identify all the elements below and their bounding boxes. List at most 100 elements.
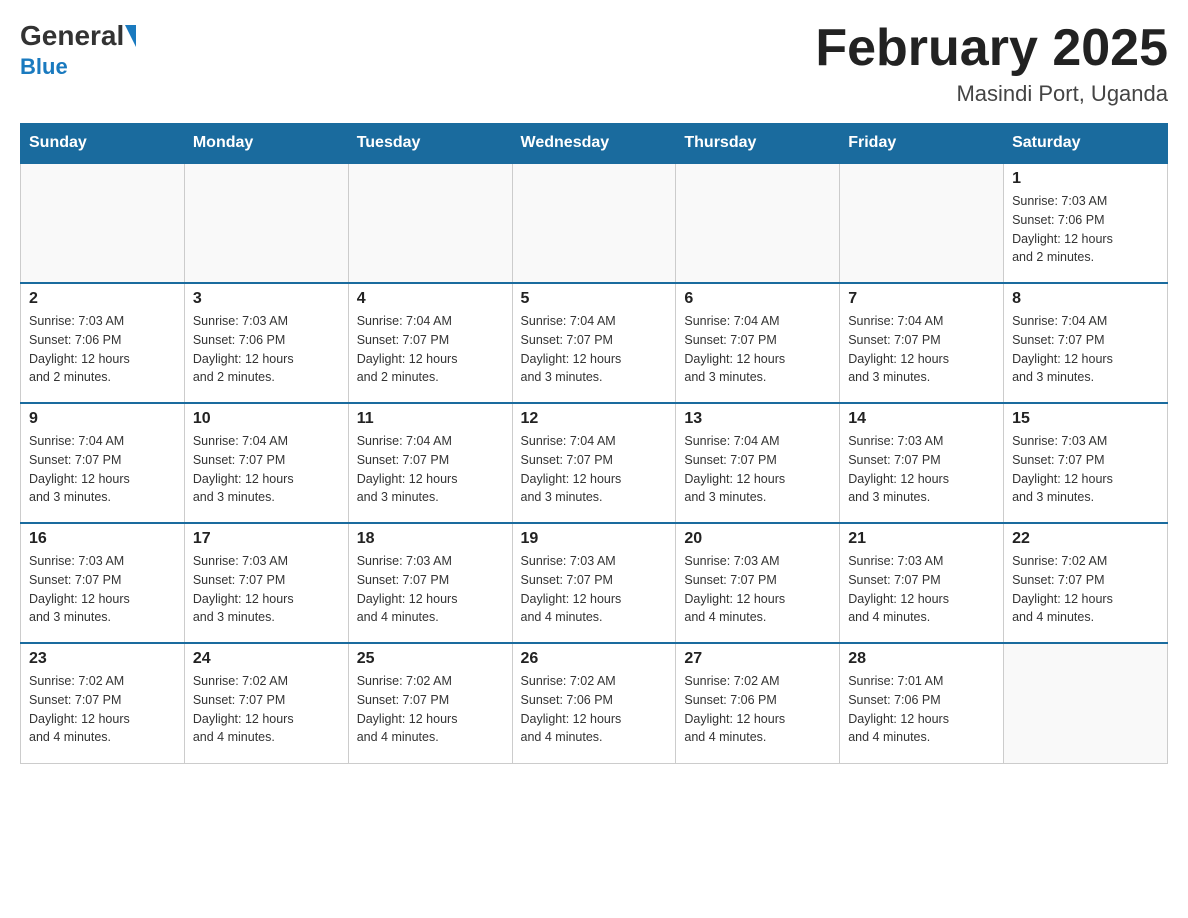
day-info: Sunrise: 7:03 AM Sunset: 7:07 PM Dayligh… [848,552,995,627]
calendar-cell: 26 Sunrise: 7:02 AM Sunset: 7:06 PM Dayli… [512,643,676,763]
day-number: 4 [357,290,504,308]
calendar-cell: 28Sunrise: 7:01 AM Sunset: 7:06 PM Dayli… [840,643,1004,763]
page-header: General Blue February 2025 Masindi Port,… [20,20,1168,107]
day-info: Sunrise: 7:03 AM Sunset: 7:07 PM Dayligh… [684,552,831,627]
calendar-cell: 6 Sunrise: 7:04 AM Sunset: 7:07 PM Daylig… [676,283,840,403]
day-info: Sunrise: 7:04 AM Sunset: 7:07 PM Dayligh… [29,432,176,507]
calendar-cell: 14 Sunrise: 7:03 AM Sunset: 7:07 PM Dayli… [840,403,1004,523]
day-info: Sunrise: 7:02 AM Sunset: 7:07 PM Dayligh… [29,672,176,747]
logo-general: General [20,20,124,52]
day-info: Sunrise: 7:04 AM Sunset: 7:07 PM Dayligh… [357,312,504,387]
calendar-table: SundayMondayTuesdayWednesdayThursdayFrid… [20,123,1168,764]
day-number: 8 [1012,290,1159,308]
day-info: Sunrise: 7:03 AM Sunset: 7:07 PM Dayligh… [29,552,176,627]
month-title: February 2025 [815,20,1168,77]
calendar-cell: 9Sunrise: 7:04 AM Sunset: 7:07 PM Daylig… [21,403,185,523]
day-info: Sunrise: 7:04 AM Sunset: 7:07 PM Dayligh… [684,432,831,507]
day-number: 25 [357,650,504,668]
calendar-cell [840,163,1004,283]
calendar-cell: 25 Sunrise: 7:02 AM Sunset: 7:07 PM Dayli… [348,643,512,763]
day-number: 19 [521,530,668,548]
day-number: 24 [193,650,340,668]
week-row-3: 9Sunrise: 7:04 AM Sunset: 7:07 PM Daylig… [21,403,1168,523]
day-info: Sunrise: 7:04 AM Sunset: 7:07 PM Dayligh… [521,432,668,507]
day-number: 20 [684,530,831,548]
calendar-cell [348,163,512,283]
day-number: 14 [848,410,995,428]
day-info: Sunrise: 7:02 AM Sunset: 7:06 PM Dayligh… [684,672,831,747]
calendar-cell: 17 Sunrise: 7:03 AM Sunset: 7:07 PM Dayli… [184,523,348,643]
calendar-cell: 2 Sunrise: 7:03 AM Sunset: 7:06 PM Daylig… [21,283,185,403]
calendar-cell: 22 Sunrise: 7:02 AM Sunset: 7:07 PM Dayli… [1004,523,1168,643]
weekday-header-friday: Friday [840,124,1004,164]
day-number: 16 [29,530,176,548]
title-area: February 2025 Masindi Port, Uganda [815,20,1168,107]
calendar-cell: 19 Sunrise: 7:03 AM Sunset: 7:07 PM Dayli… [512,523,676,643]
calendar-cell: 18Sunrise: 7:03 AM Sunset: 7:07 PM Dayli… [348,523,512,643]
calendar-cell: 15 Sunrise: 7:03 AM Sunset: 7:07 PM Dayli… [1004,403,1168,523]
day-info: Sunrise: 7:03 AM Sunset: 7:07 PM Dayligh… [1012,432,1159,507]
calendar-cell: 1 Sunrise: 7:03 AM Sunset: 7:06 PM Daylig… [1004,163,1168,283]
calendar-cell: 12 Sunrise: 7:04 AM Sunset: 7:07 PM Dayli… [512,403,676,523]
day-number: 5 [521,290,668,308]
calendar-cell: 11Sunrise: 7:04 AM Sunset: 7:07 PM Dayli… [348,403,512,523]
day-info: Sunrise: 7:04 AM Sunset: 7:07 PM Dayligh… [357,432,504,507]
weekday-header-saturday: Saturday [1004,124,1168,164]
week-row-2: 2 Sunrise: 7:03 AM Sunset: 7:06 PM Daylig… [21,283,1168,403]
calendar-cell: 4 Sunrise: 7:04 AM Sunset: 7:07 PM Daylig… [348,283,512,403]
calendar-cell [21,163,185,283]
logo-arrow-icon [125,25,136,47]
day-info: Sunrise: 7:04 AM Sunset: 7:07 PM Dayligh… [848,312,995,387]
calendar-cell [676,163,840,283]
calendar-cell: 24 Sunrise: 7:02 AM Sunset: 7:07 PM Dayli… [184,643,348,763]
day-info: Sunrise: 7:03 AM Sunset: 7:07 PM Dayligh… [193,552,340,627]
calendar-cell: 5 Sunrise: 7:04 AM Sunset: 7:07 PM Daylig… [512,283,676,403]
calendar-cell: 20 Sunrise: 7:03 AM Sunset: 7:07 PM Dayli… [676,523,840,643]
day-info: Sunrise: 7:03 AM Sunset: 7:07 PM Dayligh… [521,552,668,627]
week-row-5: 23 Sunrise: 7:02 AM Sunset: 7:07 PM Dayli… [21,643,1168,763]
day-info: Sunrise: 7:02 AM Sunset: 7:06 PM Dayligh… [521,672,668,747]
day-number: 13 [684,410,831,428]
day-info: Sunrise: 7:03 AM Sunset: 7:06 PM Dayligh… [29,312,176,387]
day-info: Sunrise: 7:04 AM Sunset: 7:07 PM Dayligh… [521,312,668,387]
day-number: 27 [684,650,831,668]
day-number: 2 [29,290,176,308]
day-number: 15 [1012,410,1159,428]
weekday-header-monday: Monday [184,124,348,164]
day-info: Sunrise: 7:02 AM Sunset: 7:07 PM Dayligh… [193,672,340,747]
weekday-header-sunday: Sunday [21,124,185,164]
calendar-cell: 8 Sunrise: 7:04 AM Sunset: 7:07 PM Daylig… [1004,283,1168,403]
calendar-cell: 23 Sunrise: 7:02 AM Sunset: 7:07 PM Dayli… [21,643,185,763]
calendar-cell: 10Sunrise: 7:04 AM Sunset: 7:07 PM Dayli… [184,403,348,523]
calendar-cell: 16 Sunrise: 7:03 AM Sunset: 7:07 PM Dayli… [21,523,185,643]
day-info: Sunrise: 7:03 AM Sunset: 7:07 PM Dayligh… [357,552,504,627]
logo-blue: Blue [20,54,68,80]
day-number: 12 [521,410,668,428]
day-number: 23 [29,650,176,668]
day-info: Sunrise: 7:03 AM Sunset: 7:06 PM Dayligh… [1012,192,1159,267]
calendar-cell [184,163,348,283]
calendar-cell: 3Sunrise: 7:03 AM Sunset: 7:06 PM Daylig… [184,283,348,403]
day-info: Sunrise: 7:02 AM Sunset: 7:07 PM Dayligh… [1012,552,1159,627]
day-info: Sunrise: 7:02 AM Sunset: 7:07 PM Dayligh… [357,672,504,747]
weekday-header-row: SundayMondayTuesdayWednesdayThursdayFrid… [21,124,1168,164]
weekday-header-thursday: Thursday [676,124,840,164]
day-info: Sunrise: 7:04 AM Sunset: 7:07 PM Dayligh… [1012,312,1159,387]
day-number: 22 [1012,530,1159,548]
day-number: 26 [521,650,668,668]
calendar-cell: 21 Sunrise: 7:03 AM Sunset: 7:07 PM Dayli… [840,523,1004,643]
location: Masindi Port, Uganda [815,81,1168,107]
day-number: 6 [684,290,831,308]
day-info: Sunrise: 7:04 AM Sunset: 7:07 PM Dayligh… [684,312,831,387]
day-number: 17 [193,530,340,548]
calendar-cell: 13 Sunrise: 7:04 AM Sunset: 7:07 PM Dayli… [676,403,840,523]
day-number: 3 [193,290,340,308]
day-number: 21 [848,530,995,548]
calendar-cell [1004,643,1168,763]
day-info: Sunrise: 7:03 AM Sunset: 7:07 PM Dayligh… [848,432,995,507]
day-number: 1 [1012,170,1159,188]
day-info: Sunrise: 7:04 AM Sunset: 7:07 PM Dayligh… [193,432,340,507]
weekday-header-tuesday: Tuesday [348,124,512,164]
day-number: 28 [848,650,995,668]
weekday-header-wednesday: Wednesday [512,124,676,164]
